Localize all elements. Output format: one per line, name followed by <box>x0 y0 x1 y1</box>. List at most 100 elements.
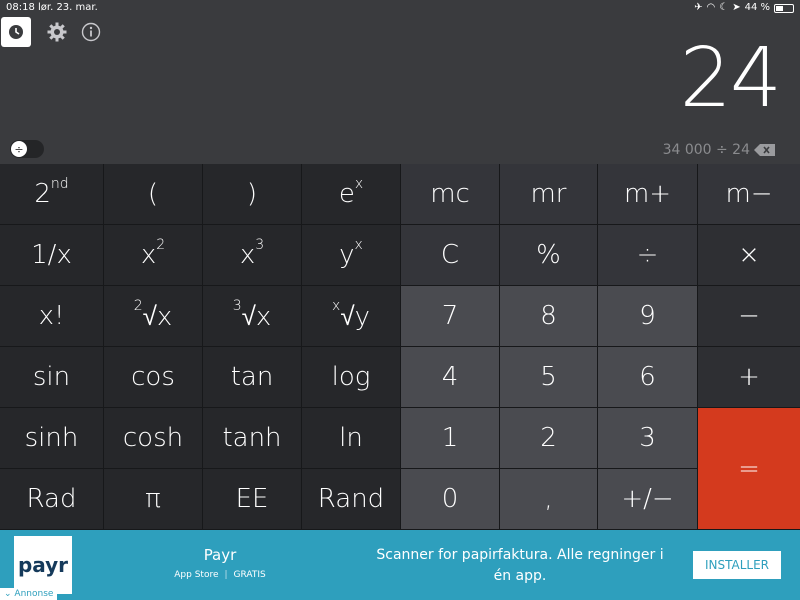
add-label: + <box>738 362 760 392</box>
equals-key[interactable]: = <box>698 408 800 529</box>
square-label: x <box>140 240 157 270</box>
square-key[interactable]: x2 <box>104 225 202 285</box>
ad-label-text: Annonse <box>14 589 54 599</box>
digit-6-label: 6 <box>639 362 656 392</box>
sin-key[interactable]: sin <box>0 347 103 407</box>
open-paren-key[interactable]: ( <box>104 164 202 224</box>
status-date: lør. 23. mar. <box>38 2 98 13</box>
mr-key[interactable]: mr <box>500 164 597 224</box>
divide-key[interactable]: ÷ <box>598 225 697 285</box>
mc-key[interactable]: mc <box>401 164 499 224</box>
percent-key[interactable]: % <box>500 225 597 285</box>
e-power-key[interactable]: ex <box>302 164 400 224</box>
digit-5-key[interactable]: 5 <box>500 347 597 407</box>
second-key[interactable]: 2nd <box>0 164 103 224</box>
digit-0-key[interactable]: 0 <box>401 469 499 529</box>
factorial-key[interactable]: x! <box>0 286 103 346</box>
status-indicators: ✈ ◠ ☾ ➤ 44 % <box>694 0 794 16</box>
backspace-icon[interactable] <box>754 144 776 156</box>
equals-label: = <box>738 453 760 484</box>
cube-root-key[interactable]: 3 √x <box>203 286 301 346</box>
factorial-label: x! <box>38 301 65 331</box>
pi-label: π <box>145 484 161 514</box>
history-button[interactable] <box>1 17 31 47</box>
square-root-key[interactable]: 2 √x <box>104 286 202 346</box>
m-plus-key[interactable]: m+ <box>598 164 697 224</box>
clear-key[interactable]: C <box>401 225 499 285</box>
cube-sup: 3 <box>255 237 265 253</box>
m-minus-key[interactable]: m− <box>698 164 800 224</box>
ad-label[interactable]: ⌄ Annonse <box>0 588 58 600</box>
multiply-label: × <box>738 240 760 270</box>
battery-level <box>776 5 784 11</box>
cosh-label: cosh <box>122 423 184 453</box>
cube-key[interactable]: x3 <box>203 225 301 285</box>
subtract-label: − <box>738 301 760 331</box>
y-power-label: y <box>339 240 355 270</box>
digit-2-key[interactable]: 2 <box>500 408 597 468</box>
digit-3-label: 3 <box>639 423 656 453</box>
battery-percent: 44 % <box>744 2 770 13</box>
digit-9-label: 9 <box>639 301 656 331</box>
ad-store: App Store <box>174 570 219 580</box>
y-power-sup: x <box>354 237 363 253</box>
square-root-sup: 2 <box>133 298 143 314</box>
sinh-key[interactable]: sinh <box>0 408 103 468</box>
digit-3-key[interactable]: 3 <box>598 408 697 468</box>
pi-key[interactable]: π <box>104 469 202 529</box>
tanh-key[interactable]: tanh <box>203 408 301 468</box>
mode-toggle[interactable]: ÷ <box>10 140 44 158</box>
decimal-comma-key[interactable]: , <box>500 469 597 529</box>
digit-4-key[interactable]: 4 <box>401 347 499 407</box>
sign-toggle-key[interactable]: +/− <box>598 469 697 529</box>
subtract-key[interactable]: − <box>698 286 800 346</box>
cos-key[interactable]: cos <box>104 347 202 407</box>
tan-key[interactable]: tan <box>203 347 301 407</box>
digit-6-key[interactable]: 6 <box>598 347 697 407</box>
digit-5-label: 5 <box>540 362 557 392</box>
x-root-label: √y <box>340 301 370 332</box>
digit-7-key[interactable]: 7 <box>401 286 499 346</box>
add-key[interactable]: + <box>698 347 800 407</box>
divide-label: ÷ <box>636 240 659 270</box>
y-power-key[interactable]: yx <box>302 225 400 285</box>
m-minus-label: m− <box>725 179 773 209</box>
digit-9-key[interactable]: 9 <box>598 286 697 346</box>
digit-0-label: 0 <box>441 484 459 514</box>
display-panel: 24 <box>0 16 800 136</box>
ad-app-logo[interactable]: payr <box>14 536 72 594</box>
ad-app-name[interactable]: Payr <box>160 546 280 564</box>
mr-label: mr <box>530 179 567 209</box>
square-sup: 2 <box>156 237 166 253</box>
result-value: 24 <box>679 31 782 126</box>
ln-key[interactable]: ln <box>302 408 400 468</box>
digit-1-label: 1 <box>441 423 459 453</box>
square-root-label: √x <box>142 301 173 332</box>
info-button[interactable] <box>76 17 106 47</box>
decimal-comma-label: , <box>544 484 553 514</box>
x-root-key[interactable]: x √y <box>302 286 400 346</box>
digit-1-key[interactable]: 1 <box>401 408 499 468</box>
settings-button[interactable] <box>42 17 72 47</box>
rad-key[interactable]: Rad <box>0 469 103 529</box>
sin-label: sin <box>32 362 71 392</box>
ln-label: ln <box>339 423 363 453</box>
ee-key[interactable]: EE <box>203 469 301 529</box>
install-button[interactable]: INSTALLER <box>693 551 781 579</box>
tanh-label: tanh <box>222 423 282 453</box>
log-key[interactable]: log <box>302 347 400 407</box>
cosh-key[interactable]: cosh <box>104 408 202 468</box>
reciprocal-key[interactable]: 1/x <box>0 225 103 285</box>
digit-8-key[interactable]: 8 <box>500 286 597 346</box>
multiply-key[interactable]: × <box>698 225 800 285</box>
cos-label: cos <box>131 362 175 392</box>
cube-label: x <box>239 240 256 270</box>
rand-label: Rand <box>317 484 385 514</box>
ad-banner[interactable]: payr Payr App Store | GRATIS Scanner for… <box>0 530 800 600</box>
m-plus-label: m+ <box>623 179 672 209</box>
tan-label: tan <box>230 362 274 392</box>
rand-key[interactable]: Rand <box>302 469 400 529</box>
close-paren-key[interactable]: ) <box>203 164 301 224</box>
gear-icon <box>47 22 67 42</box>
mc-label: mc <box>430 179 470 209</box>
